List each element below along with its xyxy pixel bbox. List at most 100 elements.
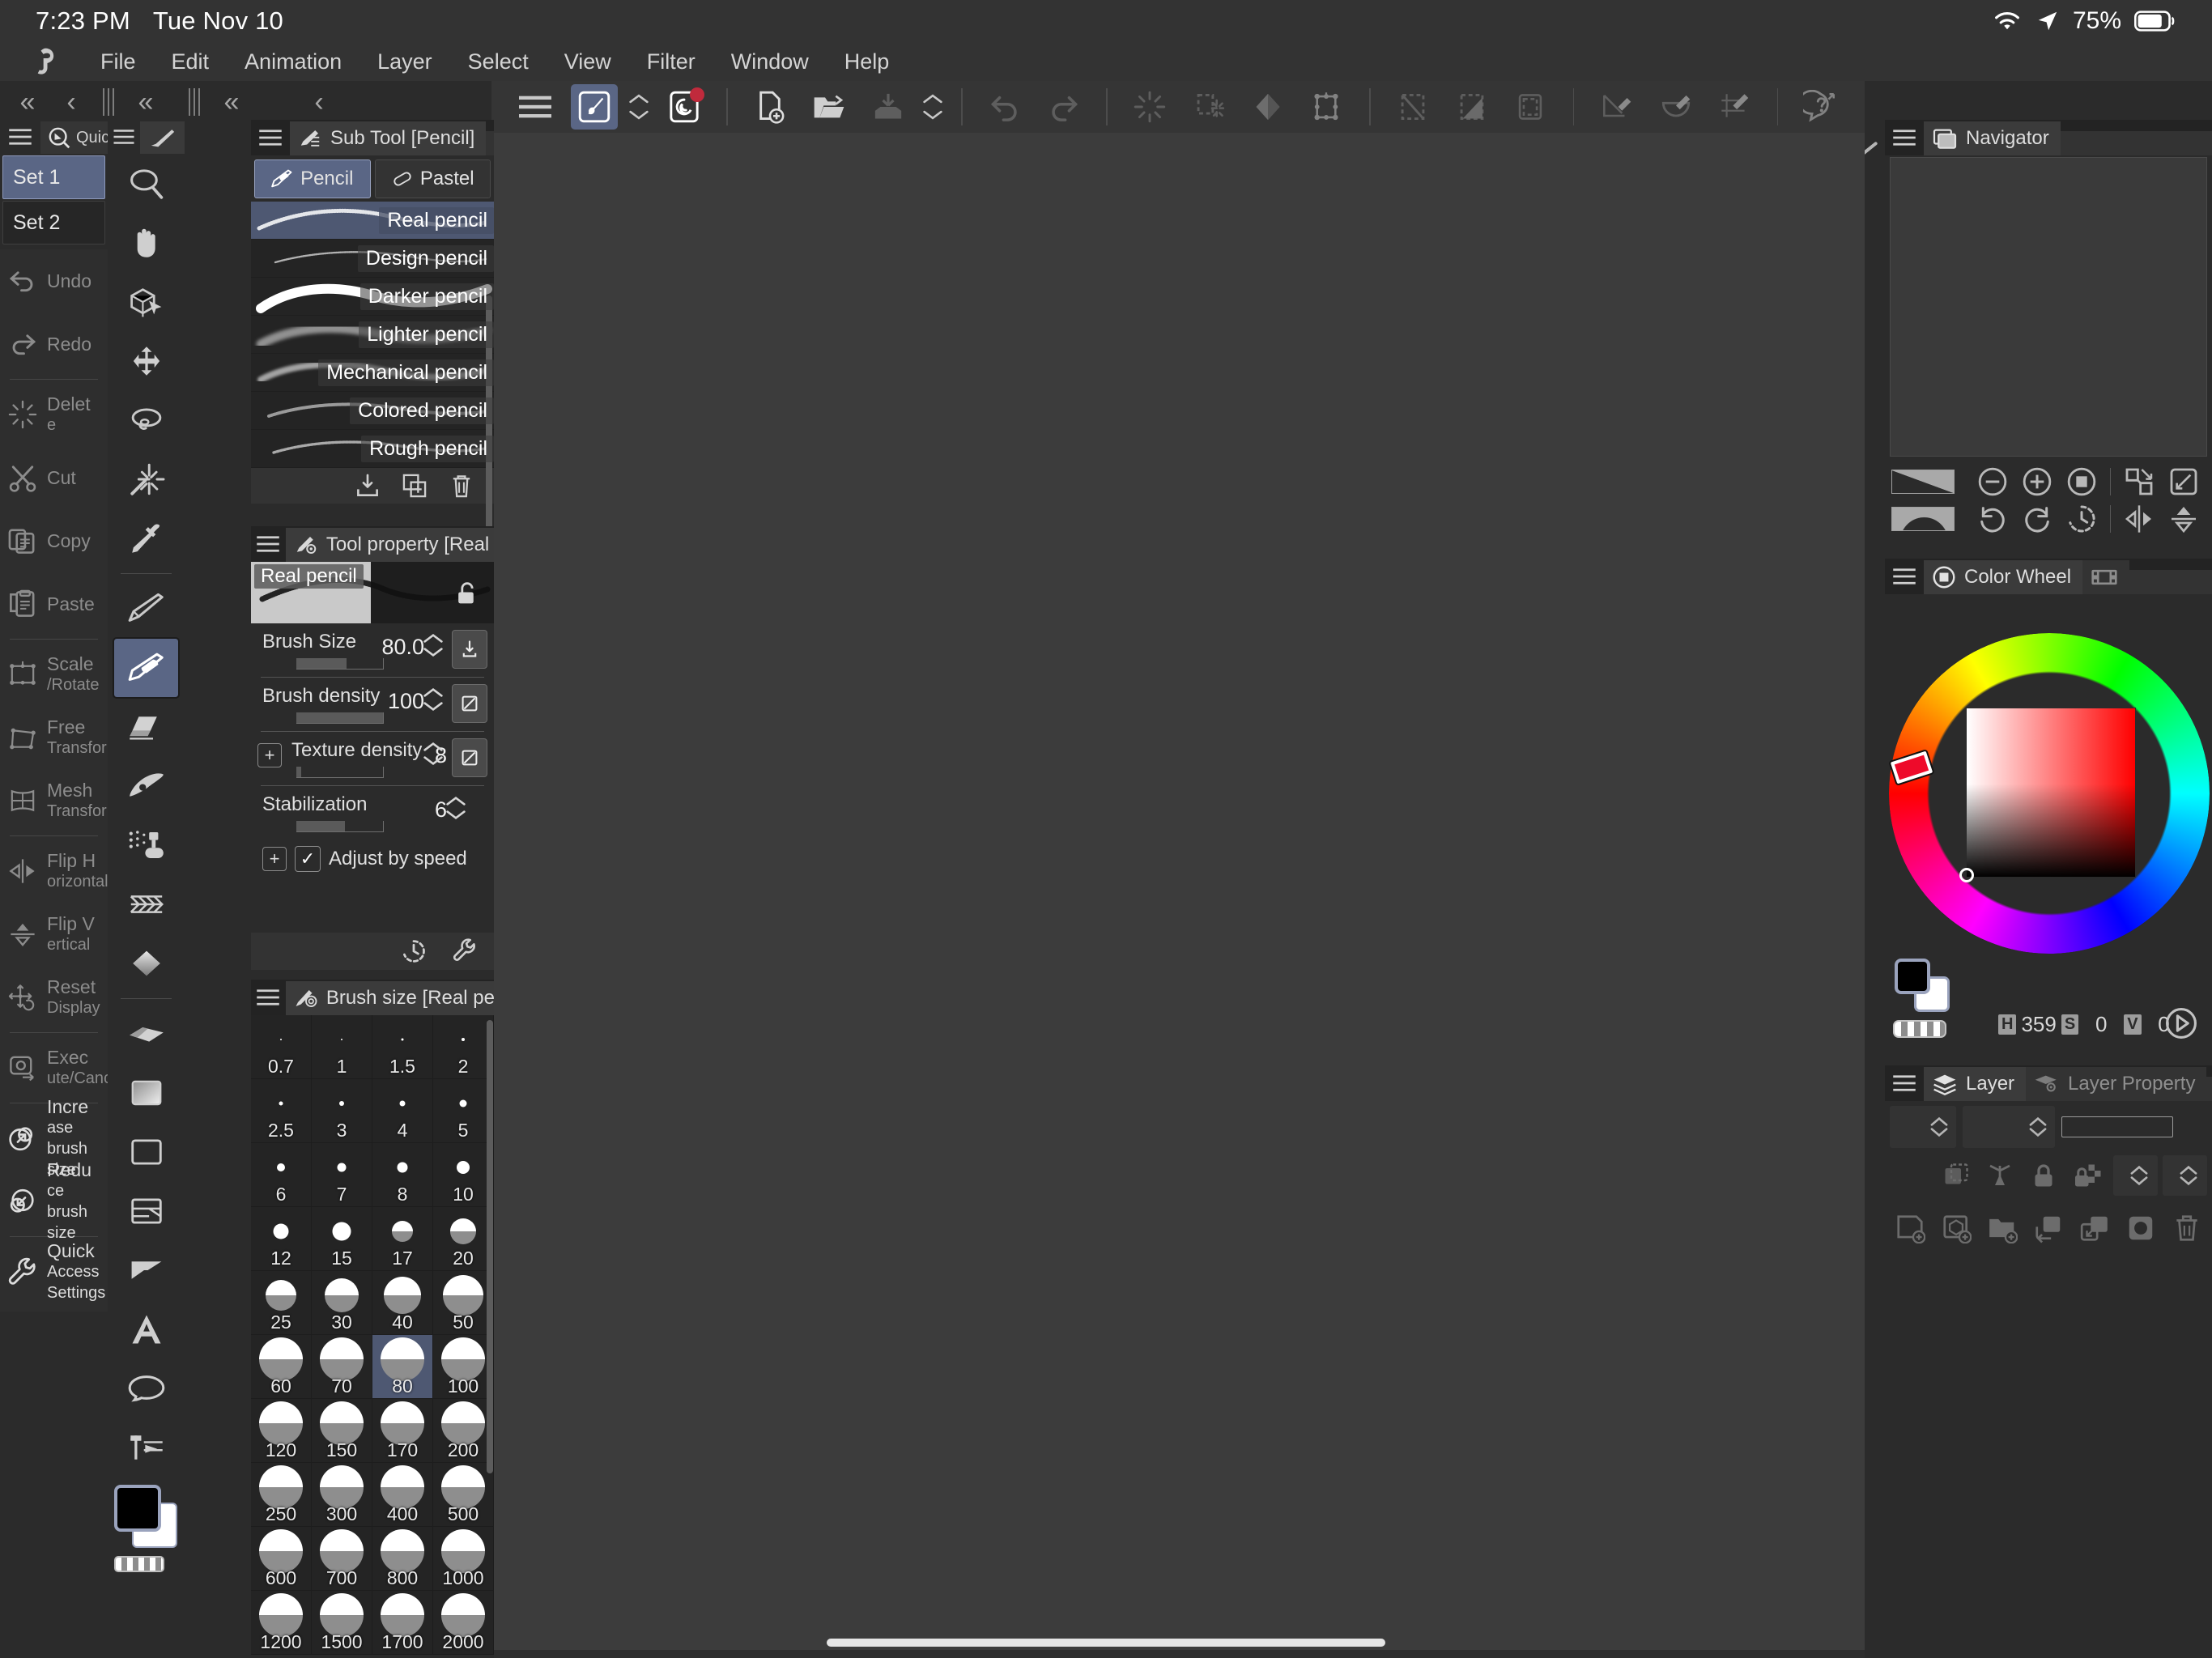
- blend-mode-stepper[interactable]: [1890, 1106, 1956, 1148]
- expand-adjust-by-speed-button[interactable]: +: [262, 847, 287, 871]
- menu-item-view[interactable]: View: [547, 45, 629, 79]
- sub-tool-item-darker-pencil[interactable]: Darker pencil: [251, 278, 494, 316]
- rotate-cw-button[interactable]: [2015, 500, 2058, 538]
- sub-tool-item-rough-pencil[interactable]: Rough pencil: [251, 430, 494, 468]
- panel-menu-icon[interactable]: [251, 526, 286, 562]
- tool-move-canvas[interactable]: [114, 214, 178, 272]
- select-all-button[interactable]: [1507, 84, 1555, 130]
- menu-item-layer[interactable]: Layer: [359, 45, 450, 79]
- brush-size-cell[interactable]: 2: [433, 1015, 494, 1079]
- texture-density-dynamics-button[interactable]: [452, 738, 487, 777]
- tool-figure[interactable]: [114, 1064, 178, 1122]
- layer-list[interactable]: [1890, 1256, 2207, 1637]
- brush-size-cell[interactable]: 70: [312, 1335, 372, 1399]
- tool-balloon[interactable]: [114, 1359, 178, 1418]
- panel-menu-icon[interactable]: [1885, 1065, 1924, 1101]
- brush-size-cell[interactable]: 25: [251, 1271, 312, 1335]
- tab-sub-tool[interactable]: Sub Tool [Pencil]: [290, 121, 487, 155]
- saturation-value-marker[interactable]: [1959, 868, 1974, 882]
- new-layer-folder-icon[interactable]: [1985, 1206, 2020, 1250]
- brush-size-cell[interactable]: 170: [372, 1399, 433, 1463]
- tool-decoration[interactable]: [114, 875, 178, 933]
- tool-pencil[interactable]: [113, 637, 180, 699]
- quick-access-item-reduce-brush-size[interactable]: Redu ce brush size: [0, 1159, 108, 1242]
- quick-access-item-delete[interactable]: Delet e: [0, 383, 108, 446]
- tab-layer-property[interactable]: Layer Property: [2026, 1067, 2207, 1101]
- linear-ruler-button[interactable]: [1593, 84, 1640, 130]
- redo-button[interactable]: [1040, 84, 1087, 130]
- delete-layer-icon[interactable]: [2169, 1206, 2204, 1250]
- expand-texture-density-button[interactable]: +: [257, 743, 282, 767]
- brush-size-stepper[interactable]: [423, 633, 444, 657]
- tab-navigator[interactable]: Navigator: [1924, 121, 2061, 155]
- tool-eyedropper[interactable]: [114, 509, 178, 568]
- panel-menu-icon[interactable]: [1885, 120, 1924, 155]
- brush-size-cell[interactable]: 1: [312, 1015, 372, 1079]
- brush-size-cell[interactable]: 20: [433, 1207, 494, 1271]
- brush-size-cell[interactable]: 30: [312, 1271, 372, 1335]
- help-question-button[interactable]: [1797, 84, 1844, 130]
- duplicate-subtool-button[interactable]: [402, 473, 428, 499]
- layer-mask-icon[interactable]: [1979, 1154, 2021, 1197]
- collapse-subtool-icon[interactable]: ‹: [298, 81, 340, 123]
- tab-quick-access[interactable]: Quick Access: [40, 121, 108, 154]
- foreground-color-chip[interactable]: [1895, 959, 1930, 994]
- tool-blend[interactable]: [114, 757, 178, 815]
- opacity-stepper[interactable]: [1963, 1106, 2055, 1148]
- brush-size-cell[interactable]: 600: [251, 1527, 312, 1591]
- tool-move-layer[interactable]: [114, 332, 178, 390]
- brush-size-cell[interactable]: 400: [372, 1463, 433, 1527]
- adjust-by-speed-checkbox[interactable]: ✓: [295, 846, 321, 872]
- brush-size-scrollbar[interactable]: [487, 1020, 493, 1473]
- new-canvas-button[interactable]: [747, 84, 794, 130]
- collapse-tools-icon[interactable]: «: [209, 81, 254, 123]
- tab-tool-property[interactable]: Tool property [Real p: [285, 528, 494, 562]
- panel-grip-2[interactable]: [180, 81, 209, 123]
- menu-item-help[interactable]: Help: [827, 45, 908, 79]
- perspective-ruler-button[interactable]: [1711, 84, 1759, 130]
- flip-horizontal-button[interactable]: [2117, 500, 2160, 538]
- tool-pen[interactable]: [114, 580, 178, 638]
- import-subtool-button[interactable]: [355, 473, 381, 499]
- brush-size-cell[interactable]: 250: [251, 1463, 312, 1527]
- brush-size-cell[interactable]: 120: [251, 1399, 312, 1463]
- brush-size-cell[interactable]: 200: [433, 1399, 494, 1463]
- panel-menu-icon[interactable]: [0, 120, 40, 154]
- texture-density-stepper[interactable]: [423, 742, 444, 766]
- brush-density-stepper[interactable]: [423, 687, 444, 712]
- zoom-in-button[interactable]: [2015, 463, 2058, 500]
- panel-menu-icon[interactable]: [108, 120, 140, 154]
- sub-tool-group-pencil[interactable]: Pencil: [254, 159, 371, 198]
- brush-size-cell[interactable]: 0.7: [251, 1015, 312, 1079]
- quick-access-item-scale-rotate[interactable]: Scale/Rotate: [0, 643, 108, 706]
- brush-size-cell[interactable]: 800: [372, 1527, 433, 1591]
- unlock-icon[interactable]: [453, 580, 481, 607]
- tool-gradient[interactable]: [114, 1005, 178, 1063]
- new-3d-layer-icon[interactable]: [1939, 1206, 1974, 1250]
- reset-to-default-button[interactable]: [400, 937, 428, 965]
- brush-density-dynamics-button[interactable]: [452, 684, 487, 723]
- brush-size-cell[interactable]: 10: [433, 1143, 494, 1207]
- tool-zoom[interactable]: [114, 155, 178, 213]
- tool-text[interactable]: [114, 1300, 178, 1358]
- collapse-all-left-icon[interactable]: «: [5, 81, 50, 123]
- menu-item-file[interactable]: File: [83, 45, 154, 79]
- sub-tool-group-pastel[interactable]: Pastel: [374, 159, 491, 198]
- brush-size-cell[interactable]: 3: [312, 1079, 372, 1143]
- brush-mode-button[interactable]: [570, 84, 619, 130]
- panel-menu-icon[interactable]: [251, 980, 286, 1015]
- lock-layer-icon[interactable]: [2023, 1154, 2065, 1197]
- brush-size-cell[interactable]: 1000: [433, 1527, 494, 1591]
- quick-access-item-paste[interactable]: Paste: [0, 572, 108, 636]
- tool-fill[interactable]: [114, 934, 178, 993]
- saturation-value-square[interactable]: [1966, 708, 2136, 878]
- clip-studio-assets-button[interactable]: [660, 84, 708, 130]
- tab-tool[interactable]: [140, 121, 185, 154]
- sub-tool-item-colored-pencil[interactable]: Colored pencil: [251, 392, 494, 430]
- collapse-quickaccess-icon[interactable]: «: [123, 81, 168, 123]
- saturation-value[interactable]: 0: [2083, 1012, 2119, 1037]
- panel-menu-icon[interactable]: [251, 120, 290, 155]
- brush-size-cell[interactable]: 15: [312, 1207, 372, 1271]
- tool-panel-divide[interactable]: [114, 1182, 178, 1240]
- brush-size-cell[interactable]: 8: [372, 1143, 433, 1207]
